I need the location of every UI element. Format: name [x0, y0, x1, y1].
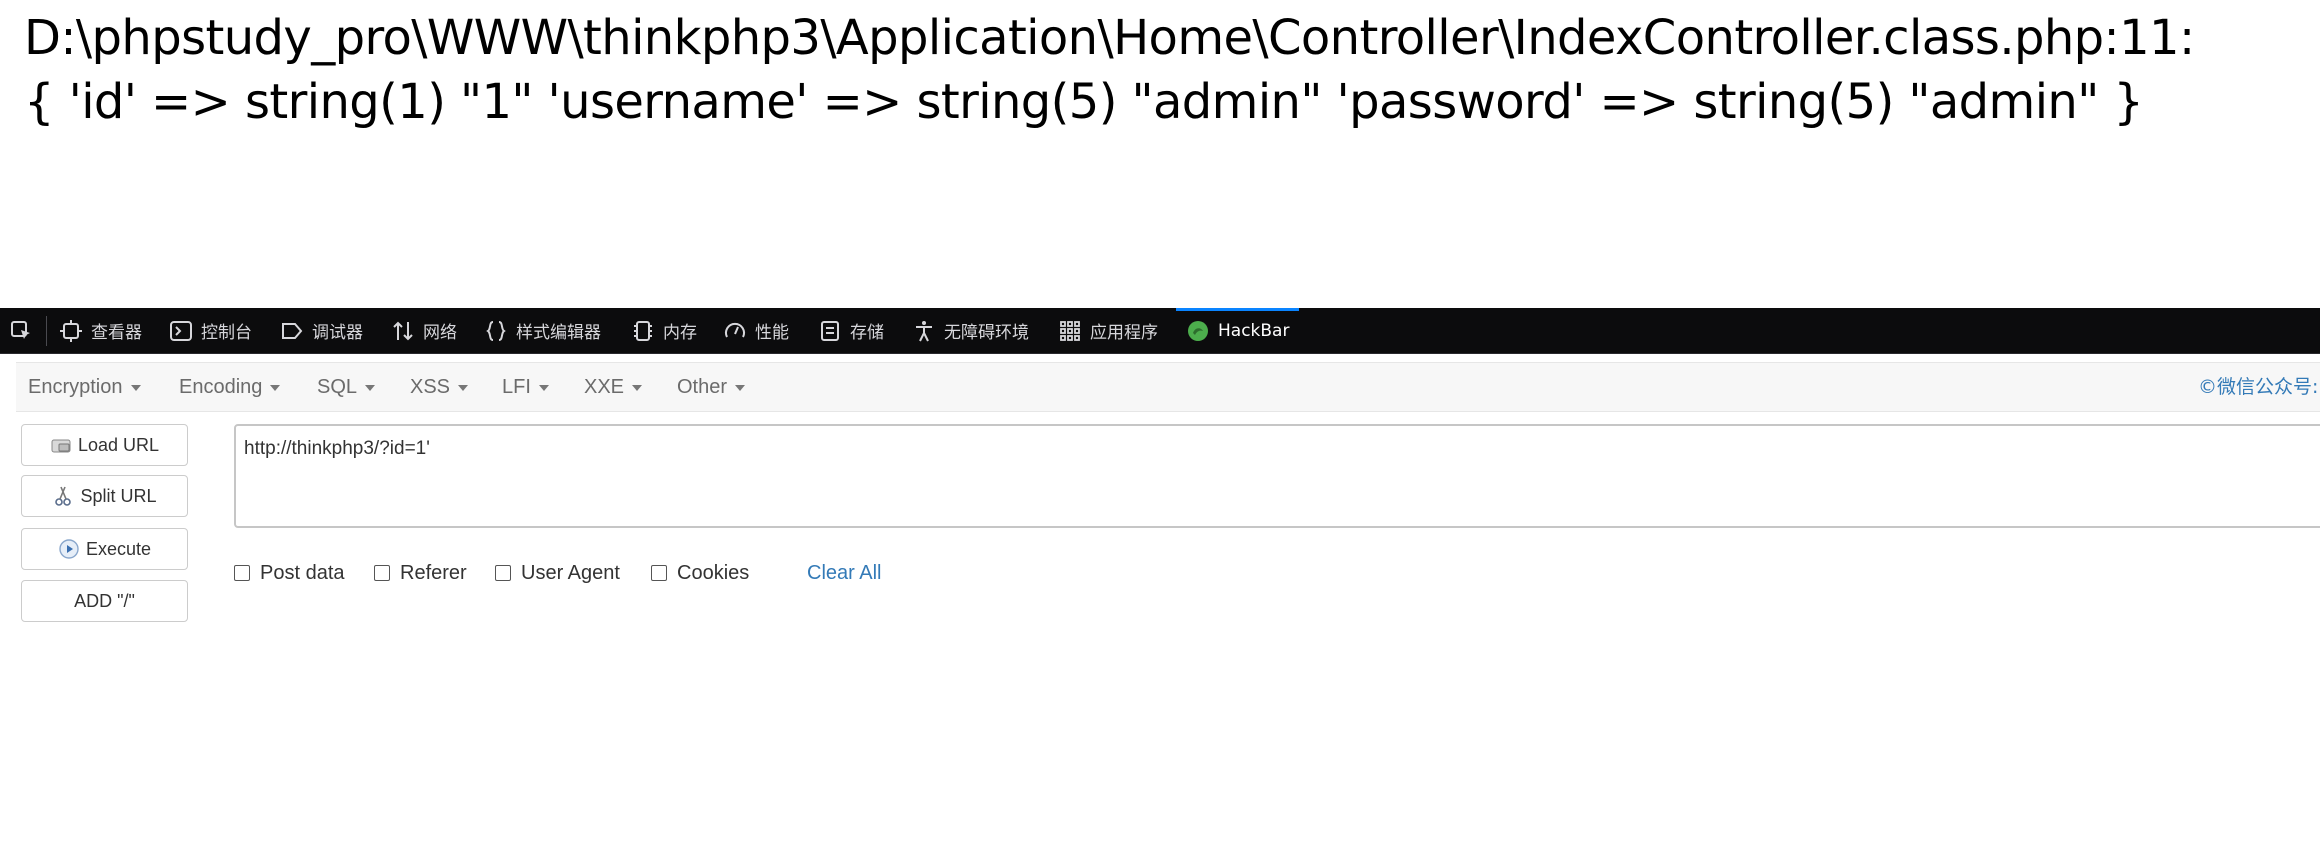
tab-label: 样式编辑器: [516, 323, 601, 343]
tab-inspector[interactable]: 查看器: [59, 308, 142, 353]
chevron-down-icon: [270, 384, 281, 391]
chevron-down-icon: [458, 384, 469, 391]
play-icon: [58, 538, 80, 560]
tab-label: 查看器: [91, 323, 142, 343]
tab-label: 性能: [755, 323, 789, 343]
wechat-credit-link[interactable]: ©微信公众号:: [2198, 363, 2318, 411]
menu-xss[interactable]: XSS: [410, 363, 469, 411]
chevron-down-icon: [365, 384, 376, 391]
hackbar-menubar: Encryption Encoding SQL XSS LFI XXE Othe…: [16, 362, 2320, 412]
tab-label: 存储: [850, 323, 884, 343]
tab-memory[interactable]: 内存: [631, 308, 697, 353]
performance-icon: [723, 319, 747, 343]
element-picker-button[interactable]: [9, 308, 41, 353]
menu-other[interactable]: Other: [677, 363, 746, 411]
tab-network[interactable]: 网络: [391, 308, 457, 353]
checkbox-box[interactable]: [374, 565, 390, 581]
network-icon: [391, 319, 415, 343]
chevron-down-icon: [538, 384, 549, 391]
checkbox-box[interactable]: [495, 565, 511, 581]
execute-button[interactable]: Execute: [21, 528, 188, 570]
memory-icon: [631, 319, 655, 343]
toolbar-separator: [46, 316, 47, 346]
load-url-icon: [50, 434, 72, 456]
split-url-button[interactable]: Split URL: [21, 475, 188, 517]
accessibility-icon: [912, 319, 936, 343]
tab-style-editor[interactable]: 样式编辑器: [484, 308, 601, 353]
tab-console[interactable]: 控制台: [169, 308, 252, 353]
tab-label: 网络: [423, 323, 457, 343]
chevron-down-icon: [632, 384, 643, 391]
hackbar-icon: [1186, 319, 1210, 343]
cookies-checkbox[interactable]: Cookies: [651, 558, 749, 588]
style-editor-icon: [484, 319, 508, 343]
console-icon: [169, 319, 193, 343]
menu-sql[interactable]: SQL: [317, 363, 376, 411]
tab-application[interactable]: 应用程序: [1058, 308, 1158, 353]
tab-storage[interactable]: 存储: [818, 308, 884, 353]
tab-label: 控制台: [201, 323, 252, 343]
url-input[interactable]: http://thinkphp3/?id=1': [234, 424, 2320, 528]
chevron-down-icon: [130, 384, 141, 391]
dump-array-content: { 'id' => string(1) "1" 'username' => st…: [24, 74, 2144, 130]
referer-checkbox[interactable]: Referer: [374, 558, 467, 588]
tab-performance[interactable]: 性能: [723, 308, 789, 353]
clear-all-link[interactable]: Clear All: [807, 558, 881, 588]
scissors-icon: [52, 485, 74, 507]
menu-lfi[interactable]: LFI: [502, 363, 549, 411]
menu-xxe[interactable]: XXE: [584, 363, 643, 411]
tab-hackbar[interactable]: HackBar: [1175, 308, 1300, 353]
pick-element-icon: [9, 319, 33, 343]
post-data-checkbox[interactable]: Post data: [234, 558, 345, 588]
checkbox-box[interactable]: [234, 565, 250, 581]
add-slash-button[interactable]: ADD "/": [21, 580, 188, 622]
tab-label: 应用程序: [1090, 323, 1158, 343]
tab-debugger[interactable]: 调试器: [280, 308, 363, 353]
tab-label: 内存: [663, 323, 697, 343]
dump-file-path: D:\phpstudy_pro\WWW\thinkphp3\Applicatio…: [24, 10, 2195, 66]
tab-accessibility[interactable]: 无障碍环境: [912, 308, 1029, 353]
chevron-down-icon: [735, 384, 746, 391]
load-url-button[interactable]: Load URL: [21, 424, 188, 466]
inspector-icon: [59, 319, 83, 343]
devtools-toolbar: 查看器 控制台 调试器 网络 样式编辑器 内存 性能 存储 无障碍环境 应用程序…: [0, 308, 2320, 354]
tab-label: 调试器: [312, 323, 363, 343]
tab-label: 无障碍环境: [944, 323, 1029, 343]
hackbar-panel: Encryption Encoding SQL XSS LFI XXE Othe…: [0, 354, 2320, 868]
tab-label: HackBar: [1218, 320, 1290, 341]
checkbox-box[interactable]: [651, 565, 667, 581]
page-output: D:\phpstudy_pro\WWW\thinkphp3\Applicatio…: [0, 0, 2320, 308]
application-icon: [1058, 319, 1082, 343]
debugger-icon: [280, 319, 304, 343]
menu-encryption[interactable]: Encryption: [28, 363, 141, 411]
storage-icon: [818, 319, 842, 343]
user-agent-checkbox[interactable]: User Agent: [495, 558, 620, 588]
menu-encoding[interactable]: Encoding: [179, 363, 281, 411]
